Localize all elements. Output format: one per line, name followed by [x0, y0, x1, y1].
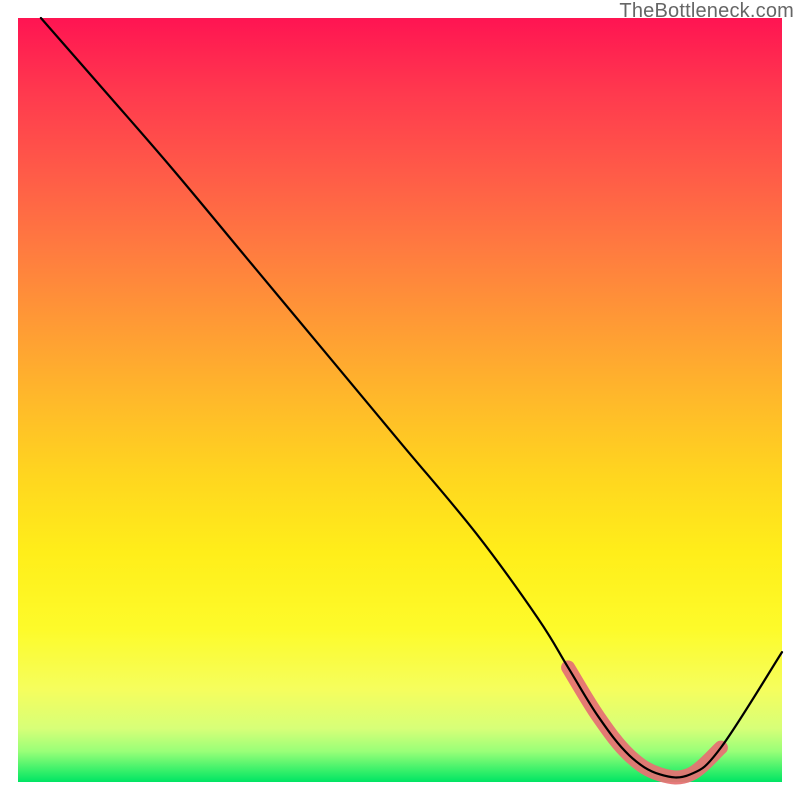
- optimal-range-band: [568, 667, 721, 777]
- watermark-label: TheBottleneck.com: [619, 0, 794, 23]
- chart-stage: TheBottleneck.com: [0, 0, 800, 800]
- curve-layer: [18, 18, 782, 782]
- bottleneck-curve-line: [41, 18, 782, 777]
- plot-area: [18, 18, 782, 782]
